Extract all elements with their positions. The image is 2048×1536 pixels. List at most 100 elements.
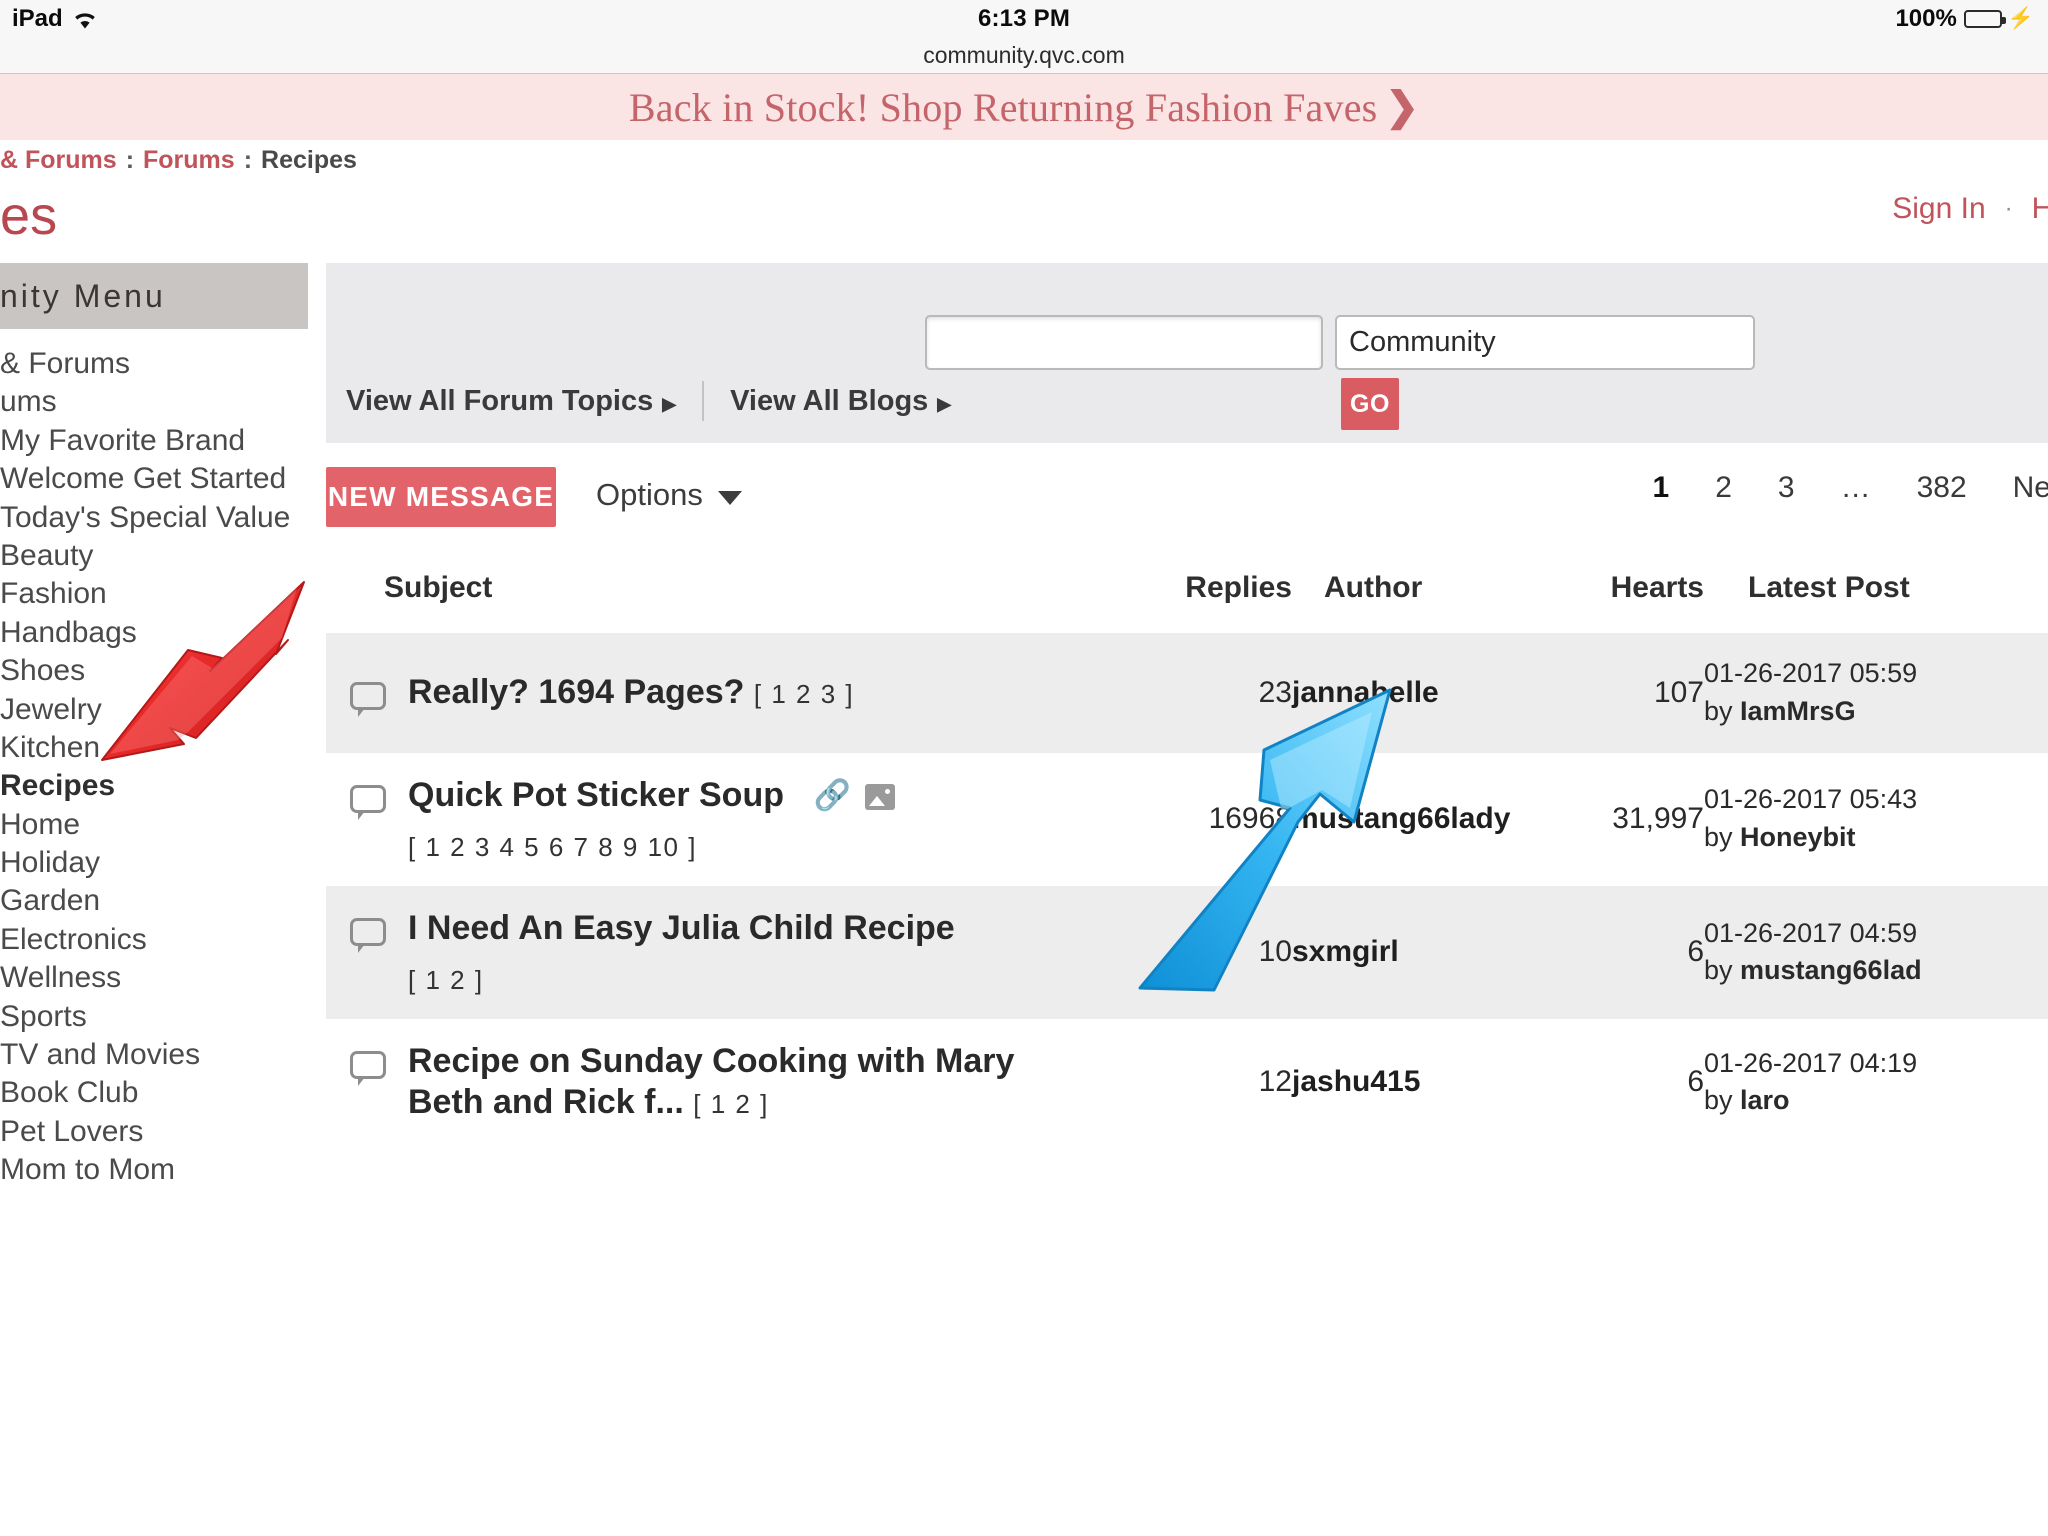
table-row[interactable]: Quick Pot Sticker Soup 🔗 [ 1 2 3 4 5 6 7… bbox=[326, 753, 2048, 886]
new-message-button[interactable]: NEW MESSAGE bbox=[326, 467, 556, 527]
view-all-blogs-link[interactable]: View All Blogs ▶ bbox=[730, 385, 951, 418]
sidebar-item-wellness[interactable]: Wellness bbox=[0, 959, 308, 997]
sidebar-item-garden[interactable]: Garden bbox=[0, 882, 308, 920]
latest-post-date: 01-26-2017 04:59 bbox=[1704, 915, 2048, 953]
sidebar-item-kitchen[interactable]: Kitchen bbox=[0, 729, 308, 767]
pagination-page-1[interactable]: 1 bbox=[1630, 471, 1693, 505]
latest-post-date: 01-26-2017 05:43 bbox=[1704, 781, 2048, 819]
sidebar-item-pet-lovers[interactable]: Pet Lovers bbox=[0, 1113, 308, 1151]
search-scope-select[interactable]: Community bbox=[1335, 315, 1755, 370]
latest-post-by-prefix: by bbox=[1704, 696, 1740, 726]
pagination-page-2[interactable]: 2 bbox=[1692, 471, 1755, 505]
cell-author[interactable]: jannabelle bbox=[1292, 633, 1564, 753]
sidebar-item-handbags[interactable]: Handbags bbox=[0, 614, 308, 652]
main-content: View All Forum Topics▶ View All Blogs ▶ C… bbox=[326, 263, 2048, 1146]
table-row[interactable]: Really? 1694 Pages? [ 1 2 3 ] 23 jannabe… bbox=[326, 633, 2048, 753]
sidebar-item-forums-parent[interactable]: & Forums bbox=[0, 345, 308, 383]
sidebar-item-recipes[interactable]: Recipes bbox=[0, 767, 308, 805]
column-header-replies[interactable]: Replies bbox=[1172, 561, 1292, 633]
sidebar-item-beauty[interactable]: Beauty bbox=[0, 537, 308, 575]
status-bar-right: 100% ⚡ bbox=[1895, 5, 2034, 33]
cell-replies: 16968 bbox=[1172, 753, 1292, 886]
latest-post-author[interactable]: laro bbox=[1740, 1085, 1790, 1115]
options-dropdown[interactable]: Options bbox=[596, 477, 742, 513]
sidebar-item-electronics[interactable]: Electronics bbox=[0, 921, 308, 959]
pagination-next-link[interactable]: Ne bbox=[1990, 471, 2048, 505]
topic-page-links[interactable]: [ 1 2 ] bbox=[408, 965, 955, 997]
latest-post-author[interactable]: IamMrsG bbox=[1740, 696, 1856, 726]
sidebar-item-todays-special-value[interactable]: Today's Special Value bbox=[0, 499, 308, 537]
topic-page-links[interactable]: [ 1 2 3 ] bbox=[754, 679, 854, 709]
topic-page-links[interactable]: [ 1 2 3 4 5 6 7 8 9 10 ] bbox=[408, 832, 895, 864]
promo-banner[interactable]: Back in Stock! Shop Returning Fashion Fa… bbox=[0, 74, 2048, 140]
topic-title-link[interactable]: Quick Pot Sticker Soup 🔗 [ 1 2 3 4 5 6 7… bbox=[408, 775, 895, 864]
toolbox-links: View All Forum Topics▶ View All Blogs ▶ bbox=[346, 381, 951, 421]
sidebar-item-forums[interactable]: ums bbox=[0, 383, 308, 421]
cell-author[interactable]: jashu415 bbox=[1292, 1019, 1564, 1146]
breadcrumb: & Forums : Forums : Recipes bbox=[0, 140, 2048, 180]
breadcrumb-item-forums-parent[interactable]: & Forums bbox=[0, 146, 117, 175]
latest-post-author[interactable]: mustang66lad bbox=[1740, 955, 1922, 985]
sidebar-item-home[interactable]: Home bbox=[0, 806, 308, 844]
column-header-latest-post[interactable]: Latest Post bbox=[1704, 561, 2048, 633]
cell-author[interactable]: sxmgirl bbox=[1292, 886, 1564, 1019]
breadcrumb-item-forums[interactable]: Forums bbox=[143, 146, 235, 175]
latest-post-author[interactable]: Honeybit bbox=[1740, 822, 1856, 852]
cell-hearts: 107 bbox=[1564, 633, 1704, 753]
cell-author[interactable]: mustang66lady bbox=[1292, 753, 1564, 886]
column-header-author[interactable]: Author bbox=[1292, 561, 1564, 633]
table-row[interactable]: Recipe on Sunday Cooking with Mary Beth … bbox=[326, 1019, 2048, 1146]
search-go-button[interactable]: GO bbox=[1341, 378, 1399, 430]
latest-post-date: 01-26-2017 05:59 bbox=[1704, 655, 2048, 693]
column-header-subject[interactable]: Subject bbox=[326, 561, 1172, 633]
promo-banner-link[interactable]: Back in Stock! Shop Returning Fashion Fa… bbox=[629, 84, 1419, 131]
view-all-blogs-label: View All Blogs bbox=[730, 385, 928, 417]
account-links: Sign In · He bbox=[1892, 192, 2048, 226]
chevron-right-icon: ❯ bbox=[1385, 87, 1419, 127]
triangle-right-icon: ▶ bbox=[937, 394, 951, 414]
sidebar-item-book-club[interactable]: Book Club bbox=[0, 1074, 308, 1112]
help-link[interactable]: He bbox=[2032, 192, 2048, 226]
latest-post-date: 01-26-2017 04:19 bbox=[1704, 1045, 2048, 1083]
sidebar-item-sports[interactable]: Sports bbox=[0, 998, 308, 1036]
pagination-ellipsis: … bbox=[1818, 471, 1894, 505]
forum-toolbox: View All Forum Topics▶ View All Blogs ▶ C… bbox=[326, 263, 2048, 443]
speech-bubble-icon bbox=[350, 785, 386, 813]
breadcrumb-separator: : bbox=[126, 146, 134, 175]
lightning-bolt-icon: ⚡ bbox=[2008, 8, 2034, 29]
sidebar-item-my-favorite-brand[interactable]: My Favorite Brand bbox=[0, 422, 308, 460]
search-input[interactable] bbox=[925, 315, 1323, 370]
sidebar-item-shoes[interactable]: Shoes bbox=[0, 652, 308, 690]
column-header-hearts[interactable]: Hearts bbox=[1564, 561, 1704, 633]
search-scope-value: Community bbox=[1349, 326, 1496, 359]
cell-latest-post: 01-26-2017 04:19 by laro bbox=[1704, 1019, 2048, 1146]
topic-title-text: I Need An Easy Julia Child Recipe bbox=[408, 909, 955, 947]
sidebar-item-fashion[interactable]: Fashion bbox=[0, 575, 308, 613]
cell-replies: 10 bbox=[1172, 886, 1292, 1019]
sidebar-item-holiday[interactable]: Holiday bbox=[0, 844, 308, 882]
sidebar-item-welcome-get-started[interactable]: Welcome Get Started bbox=[0, 460, 308, 498]
table-header-row: Subject Replies Author Hearts Latest Pos… bbox=[326, 561, 2048, 633]
browser-url-bar[interactable]: community.qvc.com bbox=[0, 37, 2048, 74]
topic-page-links[interactable]: [ 1 2 ] bbox=[693, 1089, 769, 1119]
sidebar-item-mom-to-mom[interactable]: Mom to Mom bbox=[0, 1151, 308, 1189]
account-links-separator: · bbox=[2005, 195, 2013, 223]
cell-hearts: 31,997 bbox=[1564, 753, 1704, 886]
table-row[interactable]: I Need An Easy Julia Child Recipe [ 1 2 … bbox=[326, 886, 2048, 1019]
view-all-forum-topics-link[interactable]: View All Forum Topics▶ bbox=[346, 385, 676, 418]
topic-title-link[interactable]: I Need An Easy Julia Child Recipe [ 1 2 … bbox=[408, 908, 955, 997]
breadcrumb-current: Recipes bbox=[261, 146, 357, 175]
breadcrumb-separator: : bbox=[244, 146, 252, 175]
sidebar-item-tv-and-movies[interactable]: TV and Movies bbox=[0, 1036, 308, 1074]
speech-bubble-icon bbox=[350, 918, 386, 946]
sign-in-link[interactable]: Sign In bbox=[1892, 192, 1985, 226]
sidebar-item-jewelry[interactable]: Jewelry bbox=[0, 691, 308, 729]
pagination-page-3[interactable]: 3 bbox=[1755, 471, 1818, 505]
link-icon: 🔗 bbox=[813, 778, 850, 815]
topic-title-link[interactable]: Recipe on Sunday Cooking with Mary Beth … bbox=[408, 1041, 1048, 1124]
topic-title-link[interactable]: Really? 1694 Pages? [ 1 2 3 ] bbox=[408, 672, 854, 713]
forum-topics-table: Subject Replies Author Hearts Latest Pos… bbox=[326, 561, 2048, 1146]
table-body: Really? 1694 Pages? [ 1 2 3 ] 23 jannabe… bbox=[326, 633, 2048, 1146]
pagination-page-382[interactable]: 382 bbox=[1894, 471, 1990, 505]
community-menu-sidebar: nity Menu & Forums ums My Favorite Brand… bbox=[0, 263, 308, 1190]
